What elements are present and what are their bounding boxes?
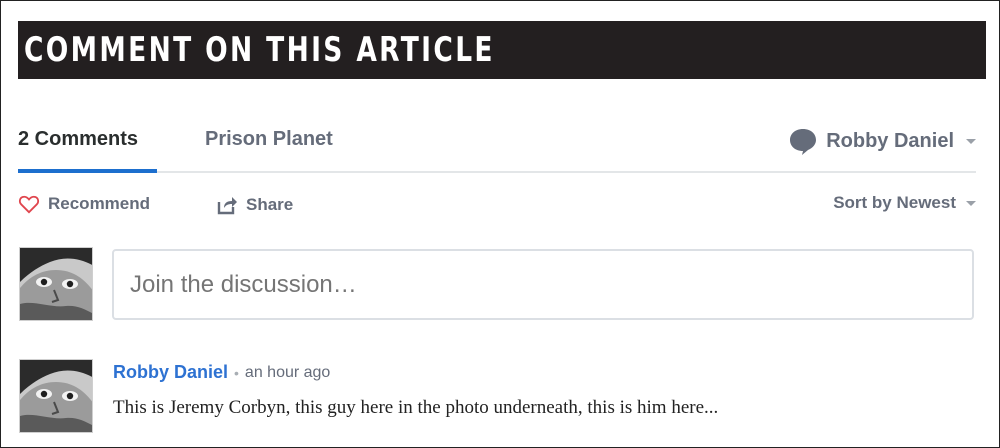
comment-author-link[interactable]: Robby Daniel: [113, 362, 228, 383]
heart-icon: [18, 195, 40, 214]
banner-title: COMMENT ON THIS ARTICLE: [24, 30, 495, 70]
user-menu[interactable]: Robby Daniel: [788, 126, 976, 156]
share-label: Share: [246, 195, 294, 214]
avatar[interactable]: [19, 247, 93, 321]
tab-comments[interactable]: 2 Comments: [18, 128, 138, 151]
chat-bubble-icon: [790, 129, 817, 155]
tab-site[interactable]: Prison Planet: [205, 128, 333, 151]
sort-label: Sort by Newest: [833, 193, 956, 212]
share-button[interactable]: Share: [216, 195, 293, 215]
chevron-down-icon: [966, 200, 976, 206]
user-photo: [20, 360, 92, 432]
recommend-label: Recommend: [48, 194, 151, 213]
share-icon: [217, 197, 237, 215]
active-tab-indicator: [18, 169, 157, 173]
user-name: Robby Daniel: [826, 129, 954, 152]
user-photo: [20, 248, 92, 320]
comment-meta: Robby Daniel • an hour ago: [113, 362, 330, 383]
sort-dropdown[interactable]: Sort by Newest: [833, 193, 976, 213]
comment-avatar[interactable]: [19, 359, 93, 433]
nav-divider: [18, 171, 976, 173]
comment-body: This is Jeremy Corbyn, this guy here in …: [113, 397, 719, 418]
comment-input[interactable]: [112, 249, 974, 320]
recommend-button[interactable]: Recommend: [18, 194, 150, 214]
chevron-down-icon: [966, 138, 976, 144]
comment-timestamp[interactable]: an hour ago: [245, 364, 330, 382]
meta-separator: •: [234, 364, 239, 381]
section-banner: COMMENT ON THIS ARTICLE: [18, 21, 986, 79]
